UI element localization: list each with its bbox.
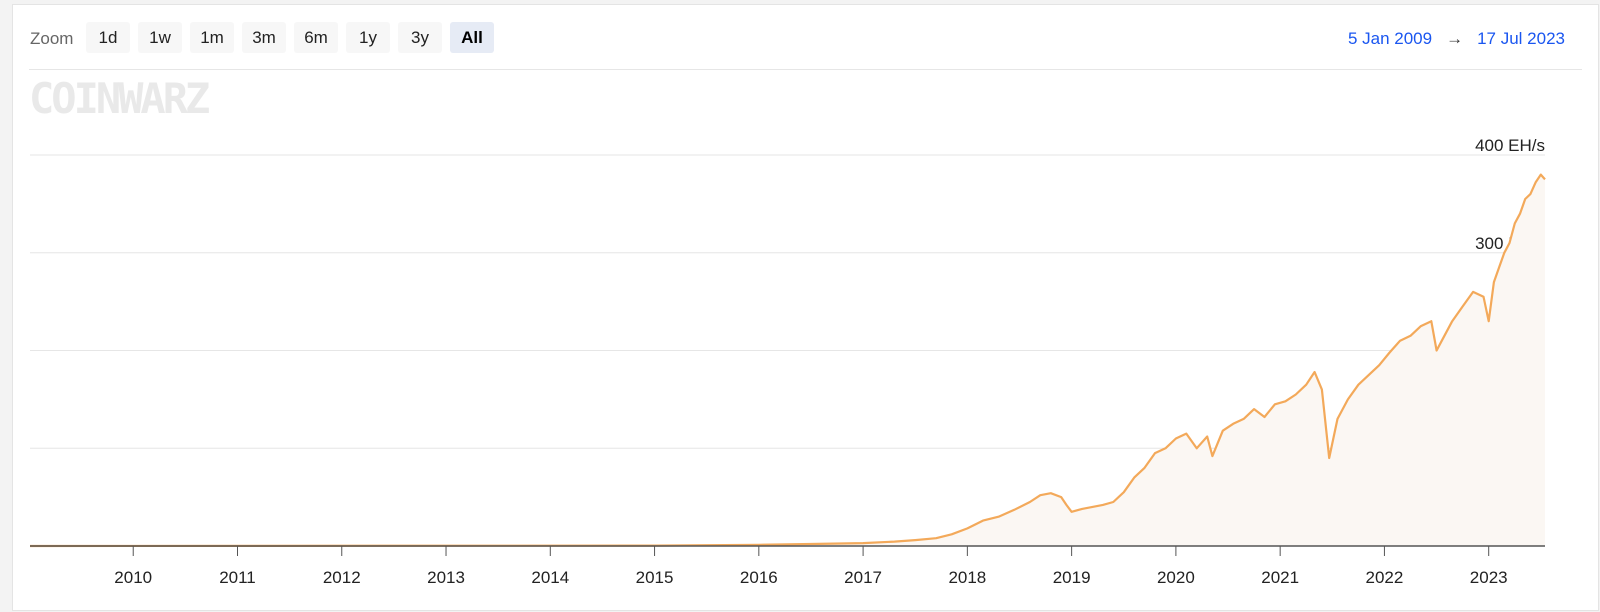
chart-panel: Zoom 1d 1w 1m 3m 6m 1y 3y All 5 Jan 2009… [12,4,1599,611]
x-tick-label-2010: 2010 [114,568,152,587]
x-tick-label-2014: 2014 [531,568,569,587]
y-tick-label-4: 400 EH/s [1475,136,1545,155]
x-tick-label-2011: 2011 [219,568,256,587]
x-tick-label-2017: 2017 [844,568,882,587]
x-tick-label-2022: 2022 [1366,568,1404,587]
x-tick-label-2016: 2016 [740,568,778,587]
series-area [30,174,1545,546]
x-tick-label-2023: 2023 [1470,568,1508,587]
x-tick-label-2021: 2021 [1261,568,1299,587]
x-tick-label-2019: 2019 [1053,568,1091,587]
hashrate-chart: 0100 EH/s200 EH/s300 EH/s400 EH/s2010201… [29,136,1546,587]
x-tick-label-2018: 2018 [948,568,986,587]
x-tick-label-2015: 2015 [636,568,674,587]
x-tick-label-2012: 2012 [323,568,361,587]
x-tick-label-2013: 2013 [427,568,465,587]
x-tick-label-2020: 2020 [1157,568,1195,587]
